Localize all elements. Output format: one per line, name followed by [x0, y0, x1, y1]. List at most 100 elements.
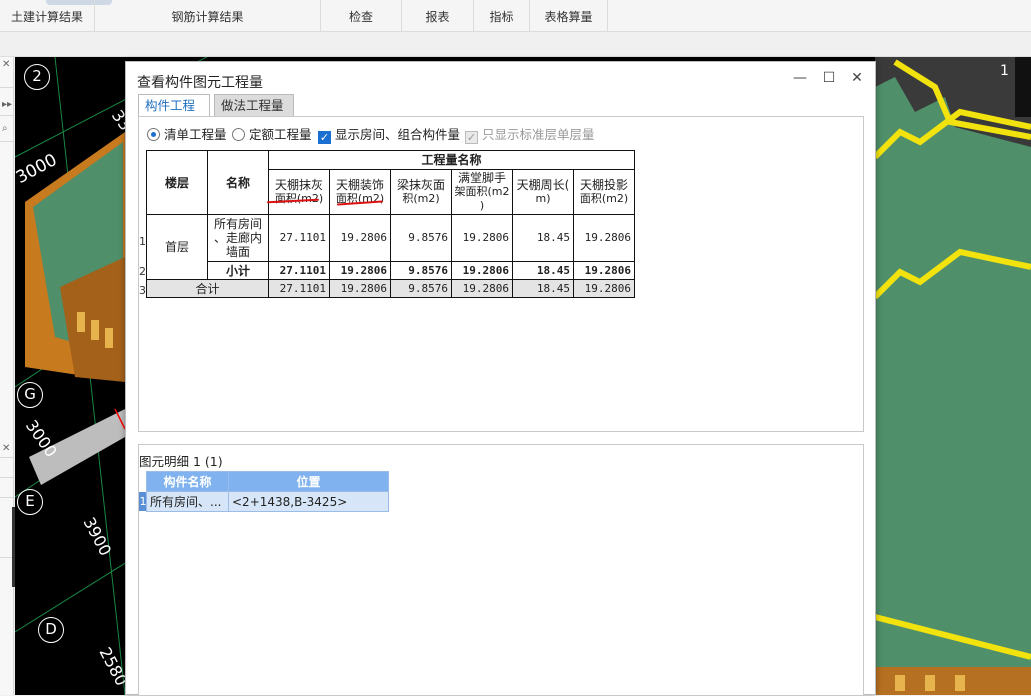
ribbon-group-civil-results[interactable]: 土建计算结果 [0, 0, 95, 32]
ribbon-group-rebar-results[interactable]: 钢筋计算结果 [95, 0, 321, 32]
axis-bubble: 1 [1000, 63, 1009, 79]
header-beam-plaster-area[interactable]: 梁抹灰面 积(m2) [390, 169, 452, 215]
cell-name: 所有房间 、走廊内 墙面 [207, 214, 269, 262]
cell-value: 18.45 [512, 279, 574, 298]
ribbon-label: 报表 [425, 10, 450, 24]
left-side-panel: ✕ ▸▸ ⌕ ✕ [0, 57, 16, 695]
search-icon[interactable]: ⌕ [2, 123, 8, 134]
axis-bubble: D [38, 617, 64, 643]
ribbon-group-check[interactable]: 检查 [321, 0, 402, 32]
header-quantity-group: 工程量名称 [268, 150, 635, 170]
ribbon: 土建计算结果 钢筋计算结果 检查 报表 指标 表格算量 [0, 0, 1031, 32]
header-ceiling-decor-area[interactable]: 天棚装饰 面积(m2) [329, 169, 391, 215]
cell-value: 27.1101 [268, 279, 330, 298]
cell-floor: 首层 [146, 214, 208, 280]
detail-table: 构件名称 位置 所有房间、... <2+1438,B-3425> [146, 471, 389, 512]
name-line: 所有房间 [213, 217, 262, 231]
header-ceiling-plaster-area[interactable]: 天棚抹灰 面积(m2) [268, 169, 330, 215]
expand-arrows-icon[interactable]: ▸▸ [2, 99, 12, 110]
header-line: m) [535, 192, 551, 205]
option-quota-quantity[interactable]: 定额工程量 [232, 126, 312, 144]
checkbox-checked-icon[interactable]: ✓ [318, 131, 331, 144]
row-number: 1 [139, 235, 146, 248]
cell-value: 19.2806 [451, 279, 513, 298]
close-icon[interactable]: ✕ [2, 443, 10, 454]
axis-bubble: G [17, 382, 43, 408]
tab-panel: 清单工程量 定额工程量 ✓ 显示房间、组合构件量 ✓ 只显示标准层单层量 1 2 3… [138, 116, 864, 432]
tab-component-quantity[interactable]: 构件工程量 [138, 94, 210, 134]
table-row[interactable]: 所有房间、... <2+1438,B-3425> [146, 491, 389, 512]
cell-value: 19.2806 [451, 214, 513, 262]
element-quantity-dialog: 查看构件图元工程量 — ☐ ✕ 构件工程量 做法工程量 清单工程量 定额工程量 … [125, 61, 876, 696]
header-line: 架面积(m2 [454, 185, 510, 198]
cell-value: 9.8576 [390, 279, 452, 298]
header-line: 天棚抹灰 [274, 178, 323, 192]
option-label: 清单工程量 [164, 127, 227, 142]
header-line: 天棚装饰 [335, 178, 384, 192]
cell-value: 27.1101 [268, 261, 330, 280]
ribbon-group-index[interactable]: 指标 [474, 0, 530, 32]
table-row[interactable]: 首层 所有房间 、走廊内 墙面 27.1101 19.2806 9.8576 19.… [146, 214, 635, 280]
subtotal-row[interactable]: 小计 27.1101 19.2806 9.8576 19.2806 18.45 … [147, 261, 635, 280]
minimize-button[interactable]: — [790, 70, 810, 86]
detail-title: 图元明细 1 (1) [139, 454, 223, 469]
cell-value: 19.2806 [451, 261, 513, 280]
axis-bubble: E [17, 489, 43, 515]
option-label: 显示房间、组合构件量 [335, 127, 461, 142]
cell-value: 19.2806 [329, 214, 391, 262]
option-label: 只显示标准层单层量 [482, 127, 595, 142]
header-line: 满堂脚手 [457, 171, 506, 185]
ribbon-label: 钢筋计算结果 [171, 10, 244, 24]
cell-position: <2+1438,B-3425> [228, 491, 389, 512]
option-bill-quantity[interactable]: 清单工程量 [147, 126, 227, 144]
cell-value: 9.8576 [390, 261, 452, 280]
header-ceiling-projection-area[interactable]: 天棚投影 面积(m2) [573, 169, 635, 215]
header-line: 面积(m2) [579, 192, 629, 205]
cell-value: 19.2806 [329, 261, 391, 280]
header-line: 积(m2) [402, 192, 440, 205]
radio-icon[interactable] [232, 128, 245, 141]
cell-value: 18.45 [512, 261, 574, 280]
header-scaffold-area[interactable]: 满堂脚手 架面积(m2) [451, 169, 513, 215]
header-line: 天棚投影 [579, 178, 628, 192]
header-line: ) [479, 199, 485, 212]
header-ceiling-perimeter[interactable]: 天棚周长(m) [512, 169, 574, 215]
cell-value: 9.8576 [390, 214, 452, 262]
total-row[interactable]: 合计 27.1101 19.2806 9.8576 19.2806 18.45 … [146, 279, 635, 298]
header-line: 天棚周长( [516, 178, 570, 192]
tab-method-quantity[interactable]: 做法工程量 [214, 94, 294, 116]
checkbox-disabled-icon: ✓ [465, 131, 478, 144]
option-standard-floor-only: ✓ 只显示标准层单层量 [465, 126, 595, 144]
quantity-table: 楼层 名称 工程量名称 天棚抹灰 面积(m2) 天棚装饰 面积(m2) 梁抹灰面 积(… [146, 150, 635, 298]
header-name: 名称 [207, 150, 269, 215]
ribbon-label: 指标 [489, 10, 514, 24]
close-icon[interactable]: ✕ [2, 59, 10, 70]
ribbon-label: 土建计算结果 [10, 10, 83, 24]
maximize-button[interactable]: ☐ [819, 70, 839, 86]
row-number: 2 [139, 265, 146, 278]
radio-selected-icon[interactable] [147, 128, 160, 141]
ribbon-label: 表格算量 [544, 10, 593, 24]
element-detail-panel: 图元明细 1 (1) 1 构件名称 位置 所有房间、... <2+1438,B-… [138, 444, 864, 696]
cell-component-name: 所有房间、... [146, 491, 229, 512]
header-floor: 楼层 [146, 150, 208, 215]
header-line: 梁抹灰面 [396, 178, 445, 192]
ribbon-label: 检查 [348, 10, 373, 24]
cell-value: 19.2806 [573, 279, 635, 298]
header-component-name[interactable]: 构件名称 [146, 471, 229, 492]
name-line: 墙面 [225, 245, 250, 259]
cell-total-label: 合计 [146, 279, 269, 298]
ribbon-group-report[interactable]: 报表 [402, 0, 474, 32]
option-label: 定额工程量 [249, 127, 312, 142]
ribbon-group-table-calc[interactable]: 表格算量 [530, 0, 608, 32]
row-number: 3 [139, 284, 146, 297]
cell-value: 19.2806 [573, 261, 635, 280]
option-show-room-composite[interactable]: ✓ 显示房间、组合构件量 [318, 126, 460, 144]
cell-value: 19.2806 [573, 214, 635, 262]
name-line: 、走廊内 [213, 231, 262, 245]
axis-bubble: 2 [24, 64, 50, 90]
header-position[interactable]: 位置 [228, 471, 389, 492]
close-button[interactable]: ✕ [847, 70, 867, 86]
cell-value: 27.1101 [268, 214, 330, 262]
cell-subtotal-label: 小计 [207, 261, 269, 280]
